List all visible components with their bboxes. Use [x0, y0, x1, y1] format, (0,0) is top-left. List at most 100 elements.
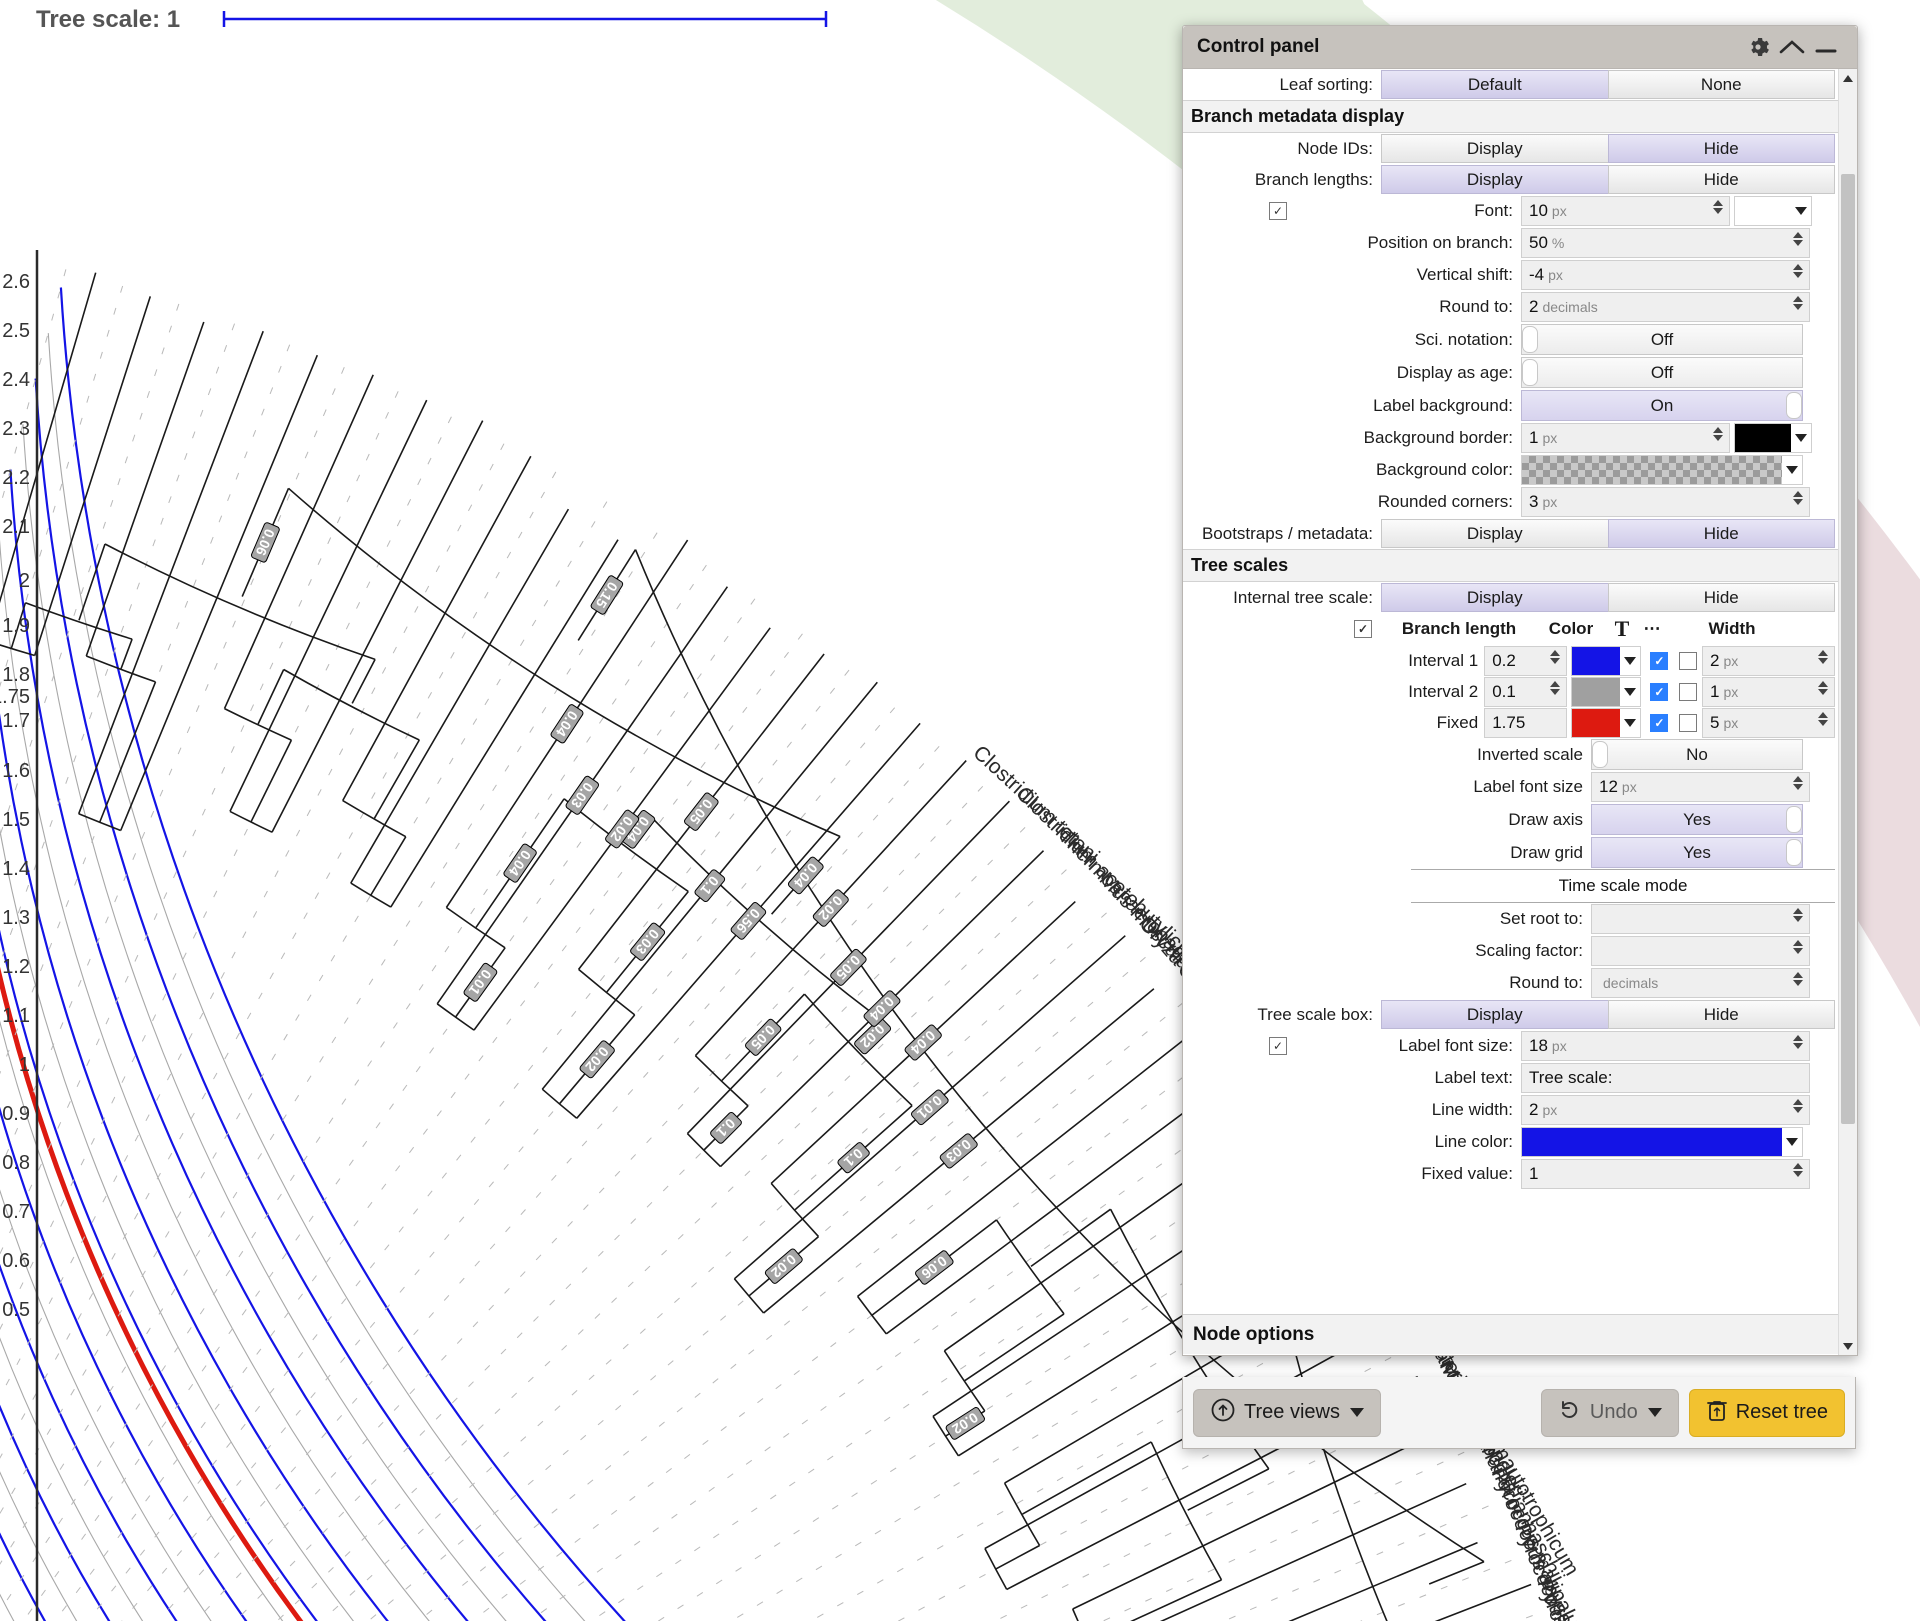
leaf-sorting-segmented[interactable]: Default None	[1381, 70, 1835, 99]
interval-1-dash-checkbox[interactable]	[1679, 652, 1697, 670]
scale-label-font-size-input[interactable]: 12 px	[1591, 772, 1810, 802]
tree-scale-box-display-button[interactable]: Display	[1381, 1000, 1608, 1029]
box-line-width-input[interactable]: 2 px	[1521, 1095, 1810, 1125]
sci-notation-toggle[interactable]: Off	[1521, 324, 1803, 355]
rounded-corners-spinner[interactable]	[1793, 491, 1803, 505]
fixed-color-dropdown[interactable]	[1571, 708, 1641, 738]
bootstraps-segmented[interactable]: Display Hide	[1381, 519, 1835, 548]
position-on-branch-spinner[interactable]	[1793, 232, 1803, 246]
node-ids-segmented[interactable]: Display Hide	[1381, 134, 1835, 163]
leaf-sorting-none-button[interactable]: None	[1608, 70, 1836, 99]
branch-lengths-hide-button[interactable]: Hide	[1608, 165, 1836, 194]
chevron-down-icon[interactable]	[1648, 1408, 1662, 1417]
fixed-width-spinner[interactable]	[1818, 712, 1828, 726]
tree-scale-box-segmented[interactable]: Display Hide	[1381, 1000, 1835, 1029]
fixed-text-checkbox[interactable]: ✓	[1650, 714, 1668, 732]
chevron-down-icon[interactable]	[1791, 197, 1811, 225]
font-size-spinner[interactable]	[1713, 200, 1723, 214]
fixed-dash-checkbox[interactable]	[1679, 714, 1697, 732]
box-label-text-input[interactable]: Tree scale:	[1521, 1063, 1810, 1093]
box-line-color-dropdown[interactable]	[1521, 1127, 1803, 1157]
background-border-color-dropdown[interactable]	[1734, 423, 1812, 453]
time-round-to-spinner[interactable]	[1793, 972, 1803, 986]
vertical-shift-input[interactable]: -4 px	[1521, 260, 1810, 290]
branch-lengths-segmented[interactable]: Display Hide	[1381, 165, 1835, 194]
background-border-spinner[interactable]	[1713, 427, 1723, 441]
fixed-value-input[interactable]: 1.75	[1484, 708, 1567, 738]
scaling-factor-input[interactable]	[1591, 936, 1810, 966]
interval-table-select-all-checkbox[interactable]: ✓	[1354, 620, 1372, 638]
chevron-down-icon[interactable]	[1350, 1408, 1364, 1417]
chevron-up-icon[interactable]	[1775, 30, 1809, 64]
inverted-scale-toggle[interactable]: No	[1591, 739, 1803, 770]
interval-1-value-input[interactable]: 0.2	[1484, 646, 1567, 676]
undo-button[interactable]: Undo	[1541, 1389, 1679, 1437]
interval-2-dash-checkbox[interactable]	[1679, 683, 1697, 701]
interval-2-value-input[interactable]: 0.1	[1484, 677, 1567, 707]
chevron-down-icon[interactable]	[1620, 709, 1640, 737]
fixed-width-input[interactable]: 5 px	[1702, 708, 1835, 738]
internal-tree-scale-segmented[interactable]: Display Hide	[1381, 583, 1835, 612]
bootstraps-hide-button[interactable]: Hide	[1608, 519, 1836, 548]
scroll-up-arrow-icon[interactable]	[1839, 69, 1857, 87]
internal-tree-scale-display-button[interactable]: Display	[1381, 583, 1608, 612]
interval-1-width-spinner[interactable]	[1818, 650, 1828, 664]
scroll-down-arrow-icon[interactable]	[1839, 1337, 1857, 1355]
set-root-to-spinner[interactable]	[1793, 908, 1803, 922]
interval-1-text-checkbox[interactable]: ✓	[1650, 652, 1668, 670]
control-panel-scrollbar[interactable]	[1838, 69, 1857, 1355]
scrollbar-thumb[interactable]	[1841, 174, 1855, 1124]
position-on-branch-input[interactable]: 50 %	[1521, 228, 1810, 258]
rounded-corners-input[interactable]: 3 px	[1521, 487, 1810, 517]
display-as-age-toggle[interactable]: Off	[1521, 357, 1803, 388]
box-label-font-size-checkbox[interactable]: ✓	[1269, 1037, 1287, 1055]
minimize-icon[interactable]	[1809, 30, 1843, 64]
interval-2-text-checkbox[interactable]: ✓	[1650, 683, 1668, 701]
background-color-dropdown[interactable]	[1521, 455, 1803, 485]
interval-2-color-dropdown[interactable]	[1571, 677, 1641, 707]
tree-scale-box-hide-button[interactable]: Hide	[1608, 1000, 1836, 1029]
font-size-input[interactable]: 10 px	[1521, 196, 1730, 226]
internal-tree-scale-hide-button[interactable]: Hide	[1608, 583, 1836, 612]
round-to-input[interactable]: 2 decimals	[1521, 292, 1810, 322]
box-fixed-value-spinner[interactable]	[1793, 1163, 1803, 1177]
leaf-sorting-default-button[interactable]: Default	[1381, 70, 1608, 99]
bootstraps-display-button[interactable]: Display	[1381, 519, 1608, 548]
interval-1-width-input[interactable]: 2 px	[1702, 646, 1835, 676]
interval-1-color-dropdown[interactable]	[1571, 646, 1641, 676]
set-root-to-input[interactable]	[1591, 904, 1810, 934]
background-border-input[interactable]: 1 px	[1521, 423, 1730, 453]
draw-grid-toggle[interactable]: Yes	[1591, 837, 1803, 868]
interval-2-width-input[interactable]: 1 px	[1702, 677, 1835, 707]
node-ids-hide-button[interactable]: Hide	[1608, 134, 1836, 163]
font-color-dropdown[interactable]	[1734, 196, 1812, 226]
font-checkbox[interactable]: ✓	[1269, 202, 1287, 220]
interval-1-spinner[interactable]	[1550, 650, 1560, 664]
interval-2-spinner[interactable]	[1550, 681, 1560, 695]
box-label-font-size-spinner[interactable]	[1793, 1035, 1803, 1049]
branch-lengths-display-button[interactable]: Display	[1381, 165, 1608, 194]
control-panel-header[interactable]: Control panel	[1183, 26, 1857, 68]
chevron-down-icon[interactable]	[1782, 1128, 1802, 1156]
label-background-toggle[interactable]: On	[1521, 390, 1803, 421]
vertical-shift-spinner[interactable]	[1793, 264, 1803, 278]
chevron-down-icon[interactable]	[1791, 424, 1811, 452]
round-to-spinner[interactable]	[1793, 296, 1803, 310]
tree-views-button[interactable]: Tree views	[1193, 1389, 1381, 1437]
chevron-down-icon[interactable]	[1620, 647, 1640, 675]
draw-axis-toggle[interactable]: Yes	[1591, 804, 1803, 835]
control-panel[interactable]: Control panel Leaf sorting: Default None…	[1182, 25, 1858, 1356]
interval-2-width-spinner[interactable]	[1818, 681, 1828, 695]
node-ids-display-button[interactable]: Display	[1381, 134, 1608, 163]
gear-icon[interactable]	[1741, 30, 1775, 64]
scaling-factor-spinner[interactable]	[1793, 940, 1803, 954]
row-box-label-font-size: ✓ Label font size: 18 px	[1183, 1030, 1839, 1062]
box-label-font-size-input[interactable]: 18 px	[1521, 1031, 1810, 1061]
reset-tree-button[interactable]: Reset tree	[1689, 1389, 1845, 1437]
box-line-width-spinner[interactable]	[1793, 1099, 1803, 1113]
scale-label-font-size-spinner[interactable]	[1793, 776, 1803, 790]
time-round-to-input[interactable]: decimals	[1591, 968, 1810, 998]
box-fixed-value-input[interactable]: 1	[1521, 1159, 1810, 1189]
chevron-down-icon[interactable]	[1620, 678, 1640, 706]
chevron-down-icon[interactable]	[1782, 456, 1802, 484]
